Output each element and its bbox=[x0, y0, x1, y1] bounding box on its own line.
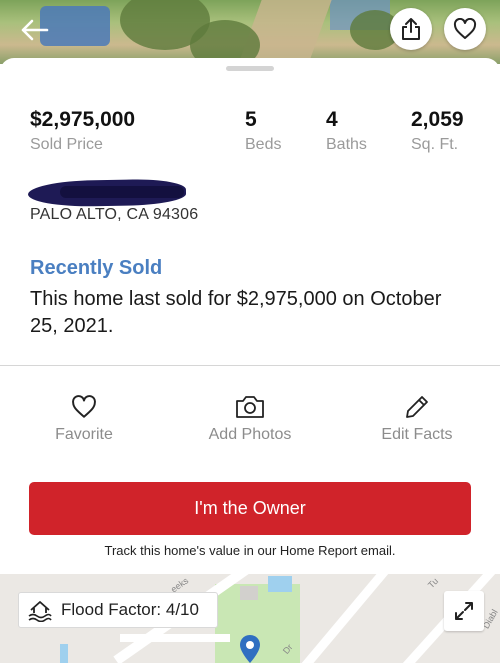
add-photos-action-label: Add Photos bbox=[208, 426, 292, 443]
edit-facts-action[interactable]: Edit Facts bbox=[347, 392, 487, 444]
flood-house-icon bbox=[28, 601, 52, 622]
im-the-owner-button[interactable]: I'm the Owner bbox=[29, 482, 471, 535]
back-arrow-icon bbox=[21, 19, 49, 41]
share-icon bbox=[402, 18, 420, 40]
sold-price-label: Sold Price bbox=[30, 136, 103, 153]
stat-square-feet: 2,059 Sq. Ft. bbox=[411, 108, 464, 154]
map-road-label: Tu bbox=[425, 575, 441, 591]
edit-facts-action-label: Edit Facts bbox=[381, 426, 453, 443]
sheet-drag-handle[interactable] bbox=[226, 66, 274, 71]
location-pin-icon bbox=[240, 635, 260, 663]
section-divider bbox=[0, 365, 500, 366]
map-building bbox=[240, 586, 258, 600]
map-location-pin[interactable] bbox=[239, 634, 261, 663]
map-road bbox=[120, 634, 230, 642]
baths-value: 4 bbox=[326, 108, 338, 131]
beds-label: Beds bbox=[245, 136, 282, 153]
sold-price-value: $2,975,000 bbox=[30, 108, 136, 131]
favorite-action[interactable]: Favorite bbox=[14, 392, 154, 444]
sale-status-title: Recently Sold bbox=[30, 257, 163, 279]
add-photos-action[interactable]: Add Photos bbox=[180, 392, 320, 444]
stat-baths: 4 Baths bbox=[326, 108, 367, 154]
map-creek bbox=[60, 644, 68, 663]
sqft-value: 2,059 bbox=[411, 108, 464, 131]
stat-sold-price: $2,975,000 Sold Price bbox=[30, 108, 135, 154]
redacted-street-address bbox=[60, 186, 184, 198]
favorite-button[interactable] bbox=[444, 8, 486, 50]
flood-factor-chip[interactable]: Flood Factor: 4/10 bbox=[18, 592, 218, 628]
share-button[interactable] bbox=[390, 8, 432, 50]
back-button[interactable] bbox=[14, 10, 54, 50]
sqft-label: Sq. Ft. bbox=[411, 136, 459, 153]
map-road bbox=[293, 574, 397, 663]
details-sheet: $2,975,000 Sold Price 5 Beds 4 Baths 2,0… bbox=[0, 58, 500, 663]
home-report-note: Track this home's value in our Home Repo… bbox=[104, 543, 396, 558]
expand-icon bbox=[455, 602, 473, 620]
flood-factor-label: Flood Factor: 4/10 bbox=[61, 600, 199, 619]
stat-beds: 5 Beds bbox=[245, 108, 281, 154]
heart-icon bbox=[453, 18, 477, 39]
heart-icon bbox=[72, 395, 96, 418]
address-city-line: PALO ALTO, CA 94306 bbox=[30, 206, 199, 223]
map-preview[interactable]: eeks Dr Diabl Tu Flood Factor: 4/10 bbox=[0, 574, 500, 663]
map-water bbox=[268, 576, 292, 592]
pencil-icon bbox=[406, 396, 428, 418]
expand-map-button[interactable] bbox=[444, 591, 484, 631]
sale-description: This home last sold for $2,975,000 on Oc… bbox=[30, 288, 442, 337]
favorite-action-label: Favorite bbox=[55, 426, 113, 443]
beds-value: 5 bbox=[245, 108, 257, 131]
camera-icon bbox=[236, 396, 264, 418]
baths-label: Baths bbox=[326, 136, 367, 153]
